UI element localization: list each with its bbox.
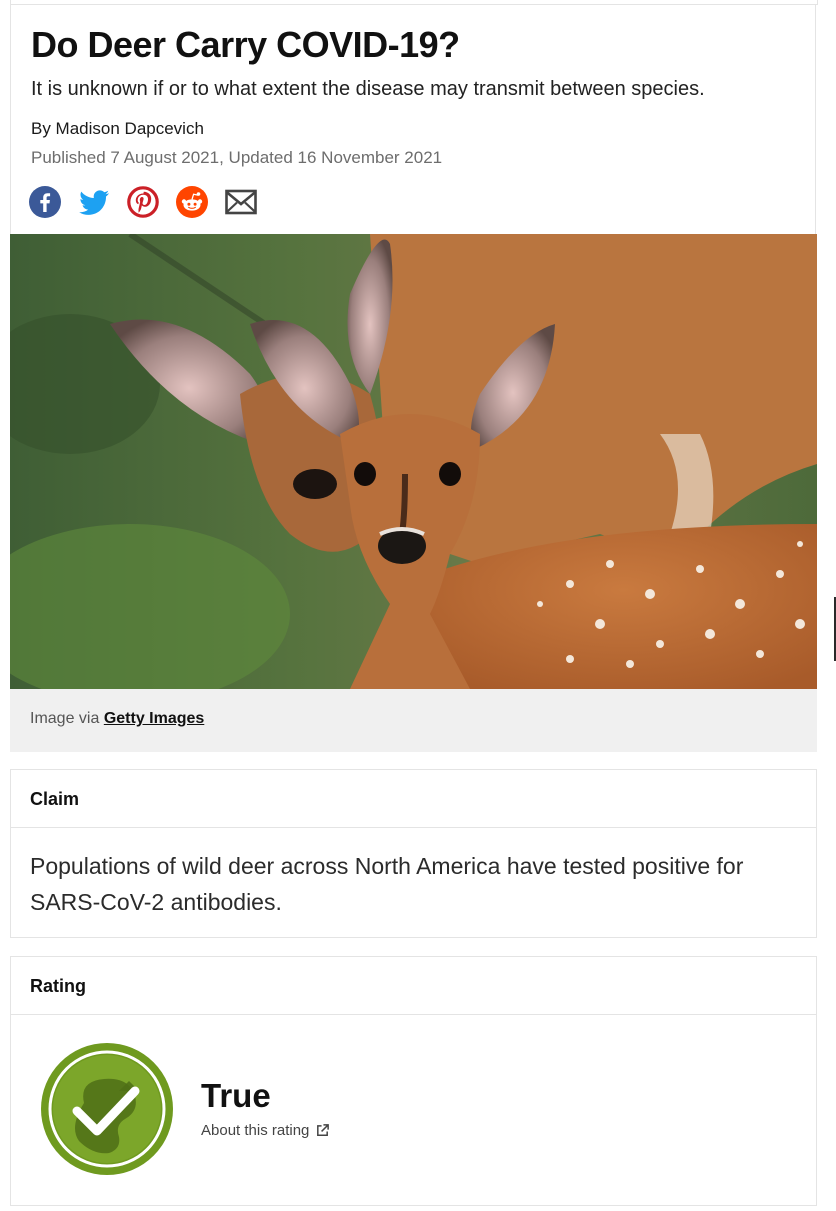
getty-images-link[interactable]: Getty Images <box>104 710 204 727</box>
rating-card: Rating True About this rating <box>10 956 817 1206</box>
rating-heading: Rating <box>11 957 816 1015</box>
publish-dates: Published 7 August 2021, Updated 16 Nove… <box>31 148 443 167</box>
about-rating-link[interactable]: About this rating <box>201 1122 330 1139</box>
pinterest-icon[interactable] <box>127 186 159 218</box>
claim-text: Populations of wild deer across North Am… <box>30 853 744 915</box>
reddit-icon[interactable] <box>176 186 208 218</box>
claim-card: Claim Populations of wild deer across No… <box>10 769 817 938</box>
article-header: Do Deer Carry COVID-19? It is unknown if… <box>10 4 816 234</box>
true-rating-badge-icon <box>41 1043 173 1175</box>
about-rating-label[interactable]: About this rating <box>201 1122 309 1139</box>
facebook-icon[interactable] <box>29 186 61 218</box>
share-bar <box>29 186 257 218</box>
article-subtitle: It is unknown if or to what extent the d… <box>31 78 705 100</box>
claim-heading: Claim <box>11 770 816 828</box>
caption-prefix: Image via <box>30 710 104 727</box>
external-link-icon <box>317 1124 330 1136</box>
author-byline[interactable]: By Madison Dapcevich <box>31 119 204 139</box>
deer-photo <box>10 234 817 689</box>
image-caption: Image via Getty Images <box>10 689 817 752</box>
page-title: Do Deer Carry COVID-19? <box>31 24 460 65</box>
rating-verdict: True <box>201 1077 271 1114</box>
email-icon[interactable] <box>225 186 257 218</box>
hero-image <box>10 234 817 689</box>
twitter-icon[interactable] <box>78 186 110 218</box>
